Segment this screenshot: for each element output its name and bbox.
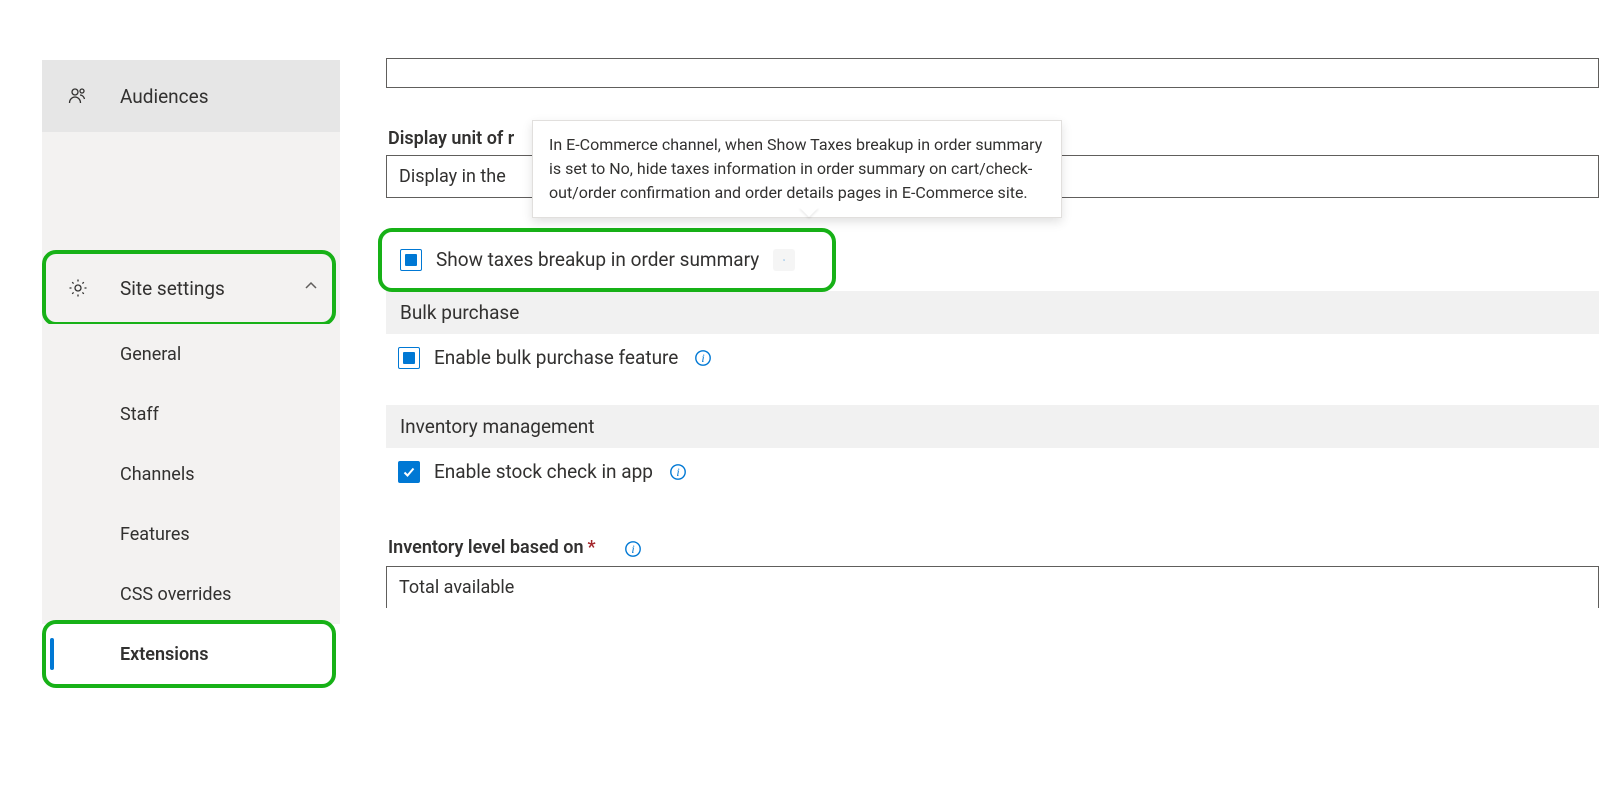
- sidebar-item-label: Extensions: [120, 644, 208, 665]
- required-asterisk: *: [588, 537, 596, 558]
- main-content: Display unit of r Display in the In E-Co…: [340, 60, 1599, 792]
- checkbox-show-taxes[interactable]: [400, 249, 422, 271]
- sidebar-item-channels[interactable]: Channels: [42, 444, 340, 504]
- tooltip-text: In E-Commerce channel, when Show Taxes b…: [549, 135, 1042, 202]
- gear-icon: [66, 278, 90, 298]
- inventory-level-label: Inventory level based on*: [386, 537, 600, 558]
- sidebar-item-label: Channels: [120, 464, 195, 485]
- info-icon[interactable]: i: [622, 538, 644, 560]
- sidebar: Audiences Site settings General Staff Ch…: [0, 60, 340, 792]
- show-taxes-label: Show taxes breakup in order summary: [436, 248, 759, 271]
- sidebar-item-label: General: [120, 344, 181, 365]
- sidebar-item-general[interactable]: General: [42, 324, 340, 384]
- tooltip-show-taxes: In E-Commerce channel, when Show Taxes b…: [532, 120, 1062, 218]
- checkbox-stock-check[interactable]: [398, 461, 420, 483]
- text-input-truncated-top[interactable]: [386, 58, 1599, 88]
- inventory-level-input[interactable]: Total available: [386, 566, 1599, 608]
- svg-text:i: i: [631, 542, 634, 556]
- chevron-up-icon: [304, 279, 318, 297]
- svg-text:i: i: [702, 351, 705, 365]
- section-inventory-management: Inventory management: [386, 405, 1599, 448]
- sidebar-item-label: CSS overrides: [120, 584, 231, 605]
- sidebar-item-extensions[interactable]: Extensions: [42, 624, 340, 684]
- sidebar-item-site-settings[interactable]: Site settings: [42, 252, 340, 324]
- display-unit-label: Display unit of r: [386, 128, 514, 149]
- info-icon[interactable]: i: [773, 249, 795, 271]
- sidebar-item-label: Site settings: [120, 277, 304, 300]
- sidebar-item-staff[interactable]: Staff: [42, 384, 340, 444]
- section-bulk-purchase: Bulk purchase: [386, 291, 1599, 334]
- sidebar-item-css-overrides[interactable]: CSS overrides: [42, 564, 340, 624]
- sidebar-item-audiences[interactable]: Audiences: [42, 60, 340, 132]
- svg-text:i: i: [676, 465, 679, 479]
- sidebar-item-label: Features: [120, 524, 190, 545]
- info-icon[interactable]: i: [667, 461, 689, 483]
- stock-check-label: Enable stock check in app: [434, 460, 653, 483]
- sidebar-item-label: Audiences: [120, 85, 340, 108]
- info-icon[interactable]: i: [692, 347, 714, 369]
- sidebar-item-label: Staff: [120, 404, 159, 425]
- checkbox-bulk-purchase[interactable]: [398, 347, 420, 369]
- sidebar-item-features[interactable]: Features: [42, 504, 340, 564]
- audiences-icon: [66, 86, 90, 106]
- bulk-purchase-label: Enable bulk purchase feature: [434, 346, 678, 369]
